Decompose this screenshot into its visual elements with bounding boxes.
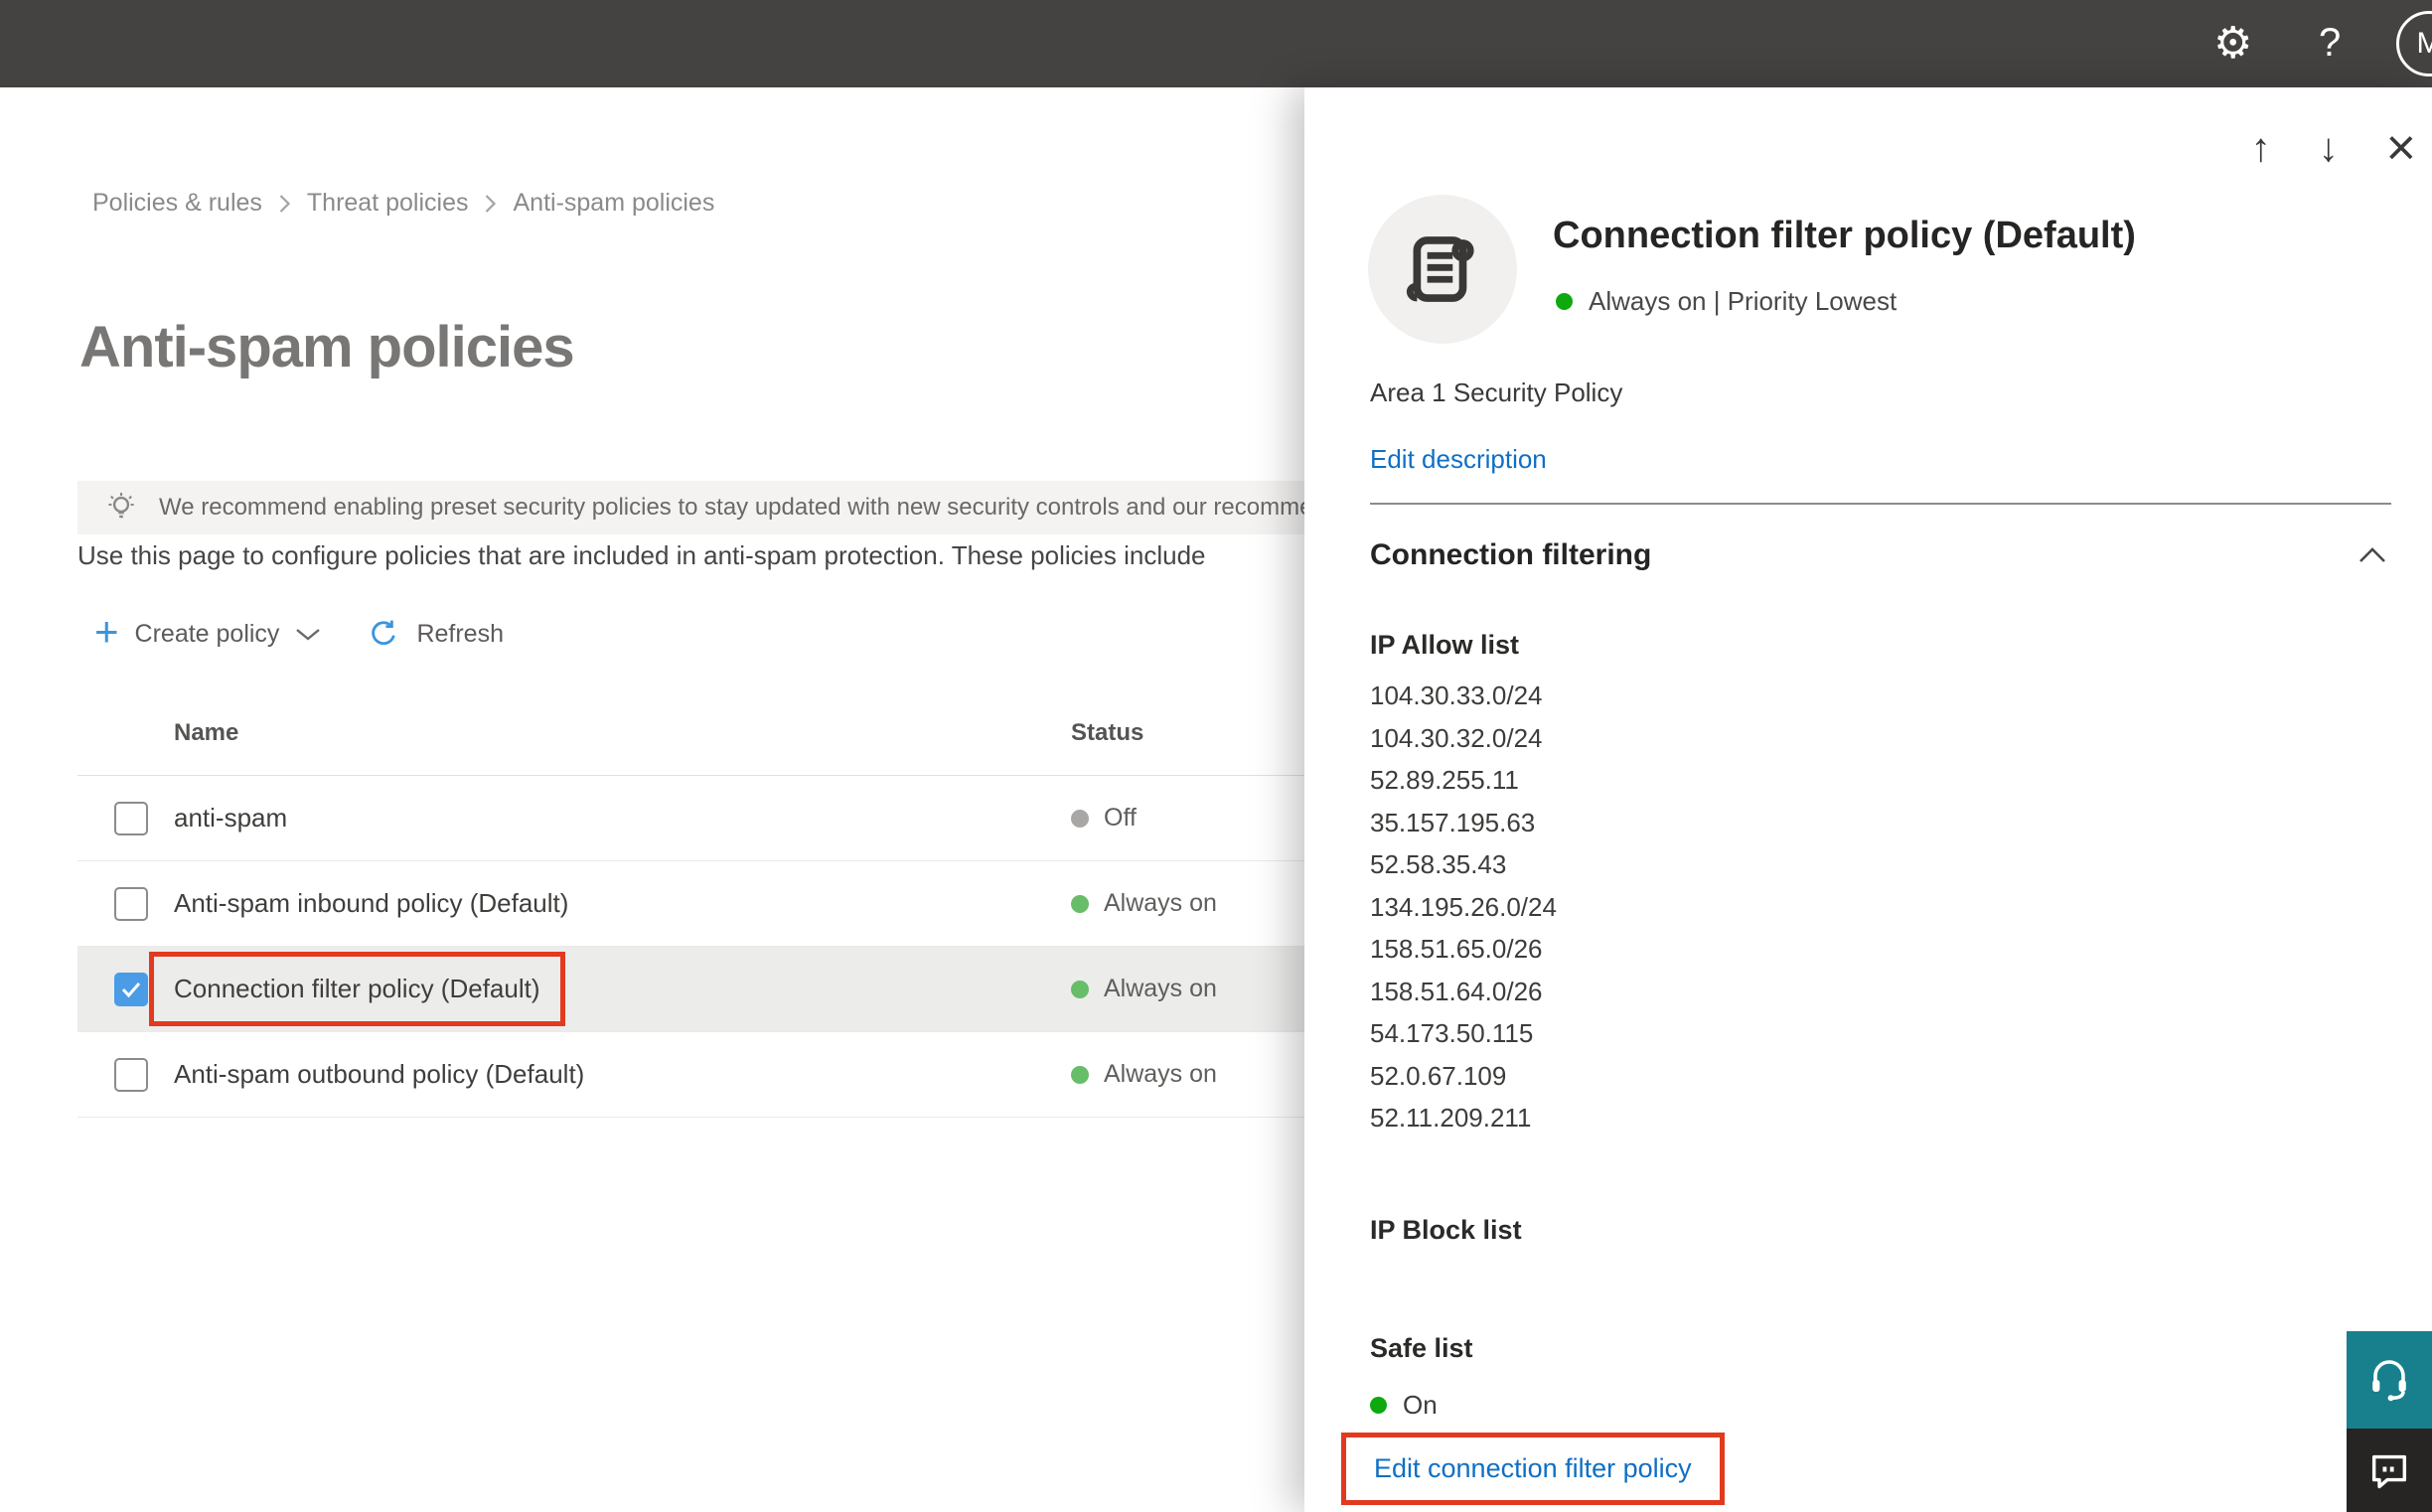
divider	[1370, 503, 2391, 505]
refresh-button[interactable]: Refresh	[367, 617, 504, 651]
ip-entry: 52.0.67.109	[1370, 1060, 1507, 1091]
recommendation-banner: We recommend enabling preset security po…	[77, 481, 1488, 534]
plus-icon: +	[94, 608, 119, 655]
refresh-icon	[372, 620, 396, 646]
edit-connection-filter-policy-link[interactable]: Edit connection filter policy	[1374, 1453, 1692, 1484]
safe-list-status: On	[1370, 1390, 2391, 1421]
page-title: Anti-spam policies	[79, 315, 575, 379]
status-label: Always on	[1104, 1060, 1217, 1088]
table-header-row: Name Status	[77, 691, 1508, 776]
policy-name-link[interactable]: anti-spam	[174, 803, 1071, 833]
feedback-bubble-icon	[2371, 1454, 2407, 1489]
chevron-right-icon	[279, 194, 290, 213]
ip-entry: 35.157.195.63	[1370, 807, 1536, 837]
panel-status: Always on | Priority Lowest	[1556, 286, 1897, 317]
screen: ⚙ ? M Policies & rules Threat policies A…	[0, 0, 2432, 1512]
panel-status-label: Always on | Priority Lowest	[1589, 286, 1898, 316]
section-title: Connection filtering	[1370, 538, 1652, 571]
status-label: Off	[1104, 804, 1137, 832]
policy-scroll-icon	[1368, 195, 1517, 344]
ip-entry: 52.58.35.43	[1370, 849, 1507, 879]
create-policy-button[interactable]: + Create policy	[94, 611, 321, 653]
annotation-red-box: Edit connection filter policy	[1341, 1433, 1725, 1505]
create-policy-label: Create policy	[134, 619, 280, 648]
feedback-button[interactable]	[2347, 1429, 2432, 1512]
close-icon[interactable]: ×	[2386, 121, 2416, 175]
status-label: Always on	[1104, 975, 1217, 1002]
panel-controls: ↑ ↓ ×	[2251, 121, 2416, 175]
support-chat-button[interactable]	[2347, 1331, 2432, 1429]
status-dot-off	[1071, 809, 1089, 828]
ip-allow-list: 104.30.33.0/24 104.30.32.0/24 52.89.255.…	[1370, 675, 2391, 1139]
row-checkbox-checked[interactable]	[114, 972, 148, 1006]
arrow-up-icon[interactable]: ↑	[2251, 121, 2271, 175]
section-connection-filtering[interactable]: Connection filtering	[1370, 538, 2391, 572]
refresh-label: Refresh	[416, 619, 504, 648]
headset-icon	[2372, 1360, 2406, 1402]
column-header-name[interactable]: Name	[174, 719, 1071, 747]
policies-table: Name Status anti-spam Off Anti-spam inbo…	[77, 691, 1508, 1118]
edit-description-link[interactable]: Edit description	[1370, 444, 1547, 475]
arrow-down-icon[interactable]: ↓	[2319, 121, 2339, 175]
status-dot-on	[1071, 980, 1089, 998]
ip-entry: 52.11.209.211	[1370, 1103, 1532, 1133]
chevron-down-icon	[296, 628, 321, 641]
details-panel: ↑ ↓ × Connection filter policy (Default)…	[1304, 87, 2432, 1512]
table-row[interactable]: Anti-spam inbound policy (Default) Alway…	[77, 861, 1508, 947]
ip-entry: 52.89.255.11	[1370, 765, 1519, 795]
breadcrumb-threat-policies[interactable]: Threat policies	[307, 189, 469, 218]
page-description: Use this page to configure policies that…	[77, 540, 1206, 570]
policy-name-link[interactable]: Anti-spam inbound policy (Default)	[174, 888, 1071, 919]
ip-entry: 104.30.33.0/24	[1370, 680, 1543, 710]
status-dot-on	[1370, 1396, 1387, 1414]
settings-gear-icon[interactable]: ⚙	[2213, 14, 2252, 74]
status-dot-on	[1556, 293, 1573, 310]
row-checkbox[interactable]	[114, 801, 148, 835]
policy-description: Area 1 Security Policy	[1370, 378, 1623, 407]
ip-entry: 54.173.50.115	[1370, 1018, 1534, 1048]
table-row[interactable]: anti-spam Off	[77, 776, 1508, 861]
row-checkbox[interactable]	[114, 1057, 148, 1092]
ip-entry: 158.51.64.0/26	[1370, 976, 1543, 1006]
row-checkbox[interactable]	[114, 886, 148, 921]
help-icon[interactable]: ?	[2319, 14, 2341, 72]
ip-entry: 134.195.26.0/24	[1370, 891, 1557, 922]
safe-list-title: Safe list	[1370, 1332, 1473, 1363]
lightbulb-icon	[108, 493, 134, 519]
ip-allow-list-title: IP Allow list	[1370, 630, 1520, 660]
status-dot-on	[1071, 1065, 1089, 1084]
topbar: ⚙ ? M	[0, 0, 2432, 87]
ip-entry: 158.51.65.0/26	[1370, 934, 1543, 964]
annotation-red-box: Connection filter policy (Default)	[149, 952, 565, 1026]
safe-list-status-label: On	[1403, 1389, 1438, 1420]
table-row[interactable]: Anti-spam outbound policy (Default) Alwa…	[77, 1032, 1508, 1118]
banner-text: We recommend enabling preset security po…	[159, 494, 1313, 521]
breadcrumb-anti-spam-policies[interactable]: Anti-spam policies	[513, 189, 714, 218]
chevron-right-icon	[486, 194, 497, 213]
chevron-up-icon[interactable]	[2357, 546, 2387, 564]
breadcrumb-policies-rules[interactable]: Policies & rules	[92, 189, 262, 218]
ip-block-list-title: IP Block list	[1370, 1214, 1522, 1245]
status-dot-on	[1071, 894, 1089, 913]
table-row-selected[interactable]: Connection filter policy (Default) Alway…	[77, 947, 1508, 1032]
panel-body: Area 1 Security Policy Edit description …	[1370, 378, 2391, 1421]
toolbar: + Create policy Refresh	[94, 610, 504, 658]
ip-entry: 104.30.32.0/24	[1370, 722, 1543, 753]
breadcrumb: Policies & rules Threat policies Anti-sp…	[92, 189, 714, 218]
check-icon	[121, 982, 141, 997]
status-label: Always on	[1104, 889, 1217, 917]
policy-name-link[interactable]: Connection filter policy (Default)	[174, 974, 540, 1004]
avatar[interactable]: M	[2396, 11, 2432, 76]
policy-name-link[interactable]: Anti-spam outbound policy (Default)	[174, 1059, 1071, 1090]
panel-title: Connection filter policy (Default)	[1553, 215, 2136, 256]
